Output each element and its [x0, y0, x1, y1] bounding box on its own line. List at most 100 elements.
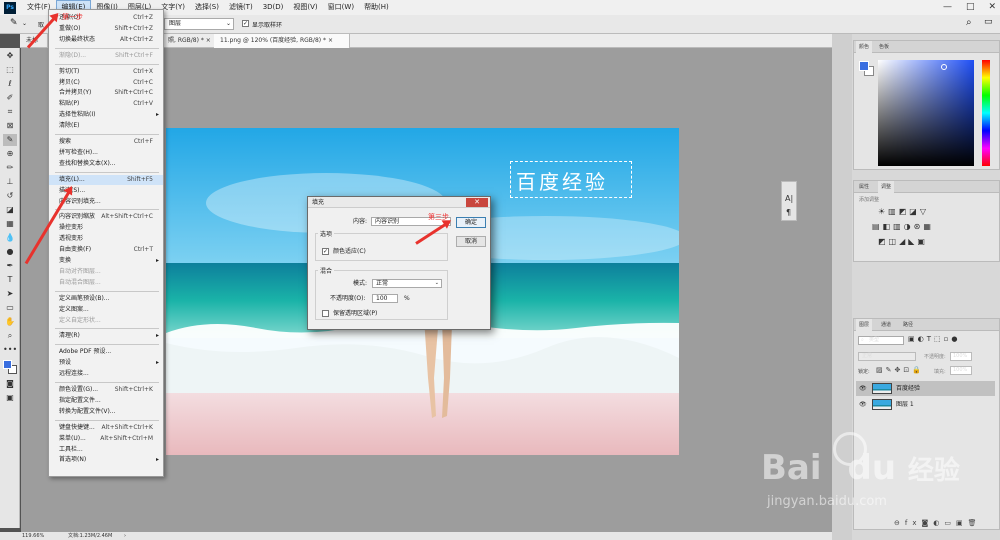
tab-color[interactable]: 颜色	[856, 41, 873, 53]
edit-menu-item[interactable]: 渐隐(D)... Shift+Ctrl+F	[49, 51, 163, 61]
dodge-tool-icon[interactable]: ●	[3, 246, 17, 258]
edit-menu-item[interactable]: 选择性粘贴(I) ▸	[49, 110, 163, 120]
preserve-transparency-checkbox[interactable]	[322, 310, 329, 317]
close-icon[interactable]: ×	[328, 37, 333, 44]
edit-menu-item[interactable]: 粘贴(P) Ctrl+V	[49, 99, 163, 109]
show-ring-checkbox[interactable]: ✓	[242, 20, 249, 27]
edit-menu-item[interactable]: 拼写检查(H)...	[49, 148, 163, 158]
zoom-tool-icon[interactable]: ⌕	[3, 330, 17, 342]
edit-menu-item[interactable]: 定义画笔预设(B)...	[49, 294, 163, 304]
edit-menu-item[interactable]: 查找和替换文本(X)...	[49, 159, 163, 169]
edit-menu-item[interactable]: 填充(L)... Shift+F5	[49, 174, 163, 185]
edit-menu-item[interactable]: 自由变换(F) Ctrl+T	[49, 245, 163, 255]
blur-tool-icon[interactable]: 💧	[3, 232, 17, 244]
layer-row-text[interactable]: 👁 百度经验	[856, 381, 995, 396]
menu-item-10[interactable]: 帮助(H)	[359, 0, 394, 15]
adjustment-icons-row-2[interactable]: ▤◧▥◑⊛▦	[872, 222, 934, 231]
edit-menu-item[interactable]: 键盘快捷键... Alt+Shift+Ctrl+K	[49, 423, 163, 433]
color-picker-field[interactable]	[878, 60, 974, 166]
adjustment-icons-row-3[interactable]: ◩◫◢◣▣	[878, 237, 928, 246]
dialog-close-button[interactable]: ✕	[466, 198, 488, 207]
crop-tool-icon[interactable]: ⌗	[3, 106, 17, 118]
edit-menu-item[interactable]: 内容识别缩放 Alt+Shift+Ctrl+C	[49, 212, 163, 222]
tab-adjustments[interactable]: 调整	[878, 181, 895, 193]
edit-menu-item[interactable]: 搜索 Ctrl+F	[49, 137, 163, 147]
menu-item-7[interactable]: 3D(D)	[258, 0, 289, 15]
edit-menu-item[interactable]: 清除(E)	[49, 121, 163, 131]
menu-item-6[interactable]: 滤镜(T)	[224, 0, 258, 15]
edit-menu-item[interactable]: 拷贝(C) Ctrl+C	[49, 78, 163, 88]
edit-menu-item[interactable]: 操控变形	[49, 223, 163, 233]
layer-filter-icons[interactable]: ▣◐T⬚▫●	[908, 335, 960, 343]
sample-layers-select[interactable]: 图层 ⌄	[164, 18, 234, 30]
zoom-level[interactable]: 119.66%	[22, 532, 44, 540]
pen-tool-icon[interactable]: ✒	[3, 260, 17, 272]
screen-mode-icon[interactable]: ▣	[3, 392, 17, 404]
eyedropper-tool-icon[interactable]: ✎	[3, 134, 17, 146]
layer-kind-filter[interactable]: ⌕ 类型	[858, 336, 904, 345]
edit-menu-item[interactable]: 透视变形	[49, 234, 163, 244]
ok-button[interactable]: 确定	[456, 217, 486, 228]
fill-field[interactable]: 100%	[950, 366, 972, 375]
edit-menu-item[interactable]: 清理(R) ▸	[49, 331, 163, 341]
layers-footer-icons[interactable]: ⊖fx◙◐▭▣🗑	[894, 519, 982, 527]
search-icon[interactable]: ⌕	[966, 17, 972, 28]
workspace-icon[interactable]: ▭	[984, 17, 993, 27]
lock-icons[interactable]: ▨✎✥⊡🔒	[876, 366, 924, 374]
move-tool-icon[interactable]: ✥	[3, 50, 17, 62]
visibility-eye-icon[interactable]: 👁	[859, 381, 867, 396]
path-select-tool-icon[interactable]: ➤	[3, 288, 17, 300]
edit-menu-item[interactable]: 合并拷贝(Y) Shift+Ctrl+C	[49, 88, 163, 98]
status-arrow-icon[interactable]: ›	[124, 532, 126, 540]
tab-document-2[interactable]: 照, RGB/8) * ×	[162, 34, 218, 48]
tab-layers[interactable]: 图层	[856, 319, 873, 331]
hue-slider[interactable]	[982, 60, 990, 166]
tab-paths[interactable]: 路径	[900, 319, 916, 331]
hand-tool-icon[interactable]: ✋	[3, 316, 17, 328]
edit-menu-item[interactable]: 首选项(N) ▸	[49, 455, 163, 465]
edit-menu-item[interactable]: 定义图案...	[49, 305, 163, 315]
more-tools-icon[interactable]: •••	[3, 344, 17, 356]
cancel-button[interactable]: 取消	[456, 236, 486, 247]
menu-item-8[interactable]: 视图(V)	[288, 0, 322, 15]
color-picker-marker[interactable]	[941, 64, 947, 70]
close-icon[interactable]: ×	[206, 37, 211, 44]
opacity-field[interactable]: 100%	[950, 352, 972, 361]
menu-item-9[interactable]: 窗口(W)	[323, 0, 359, 15]
menu-item-5[interactable]: 选择(S)	[190, 0, 224, 15]
history-brush-tool-icon[interactable]: ↺	[3, 190, 17, 202]
frame-tool-icon[interactable]: ⊠	[3, 120, 17, 132]
edit-menu-item[interactable]: 菜单(U)... Alt+Shift+Ctrl+M	[49, 434, 163, 444]
foreground-color-swatch[interactable]	[3, 360, 12, 369]
edit-menu-item[interactable]: 远程连接...	[49, 369, 163, 379]
visibility-eye-icon[interactable]: 👁	[859, 397, 867, 412]
tab-swatches[interactable]: 色板	[876, 41, 892, 53]
edit-menu-item[interactable]: 自动对齐图层...	[49, 267, 163, 277]
tab-properties[interactable]: 属性	[856, 181, 872, 193]
maximize-button[interactable]: □	[966, 0, 975, 15]
mode-select[interactable]: 正常 ⌄	[372, 279, 442, 288]
edit-menu-item[interactable]: 工具栏...	[49, 445, 163, 455]
tab-channels[interactable]: 通道	[878, 319, 894, 331]
eraser-tool-icon[interactable]: ◪	[3, 204, 17, 216]
edit-menu-item[interactable]: 剪切(T) Ctrl+X	[49, 67, 163, 77]
edit-menu-item[interactable]: 定义自定形状...	[49, 316, 163, 326]
paragraph-icon[interactable]: ¶	[786, 208, 791, 217]
rectangle-tool-icon[interactable]: ▭	[3, 302, 17, 314]
edit-menu-item[interactable]: 颜色设置(G)... Shift+Ctrl+K	[49, 385, 163, 395]
adjustment-icons-row-1[interactable]: ☀▥◩◪▽	[878, 207, 929, 216]
tool-preset-caret-icon[interactable]: ⌄	[22, 20, 27, 27]
color-adapt-checkbox[interactable]: ✓	[322, 248, 329, 255]
lasso-tool-icon[interactable]: ℓ	[3, 78, 17, 90]
eyedropper-tool-icon[interactable]: ✎	[10, 18, 18, 28]
edit-menu-item[interactable]: 指定配置文件...	[49, 396, 163, 406]
brush-tool-icon[interactable]: ✏	[3, 162, 17, 174]
edit-menu-item[interactable]: 自动混合图层...	[49, 278, 163, 288]
blend-mode-select[interactable]: 正常	[858, 352, 916, 361]
edit-menu-item[interactable]: 切换最终状态 Alt+Ctrl+Z	[49, 35, 163, 45]
clone-stamp-tool-icon[interactable]: ⊥	[3, 176, 17, 188]
panel-foreground-swatch[interactable]	[859, 61, 869, 71]
edit-menu-item[interactable]: 变换 ▸	[49, 256, 163, 266]
character-icon[interactable]: A|	[785, 194, 793, 203]
tab-active-document[interactable]: 11.png @ 120% (百度经验, RGB/8) * ×	[214, 34, 350, 48]
